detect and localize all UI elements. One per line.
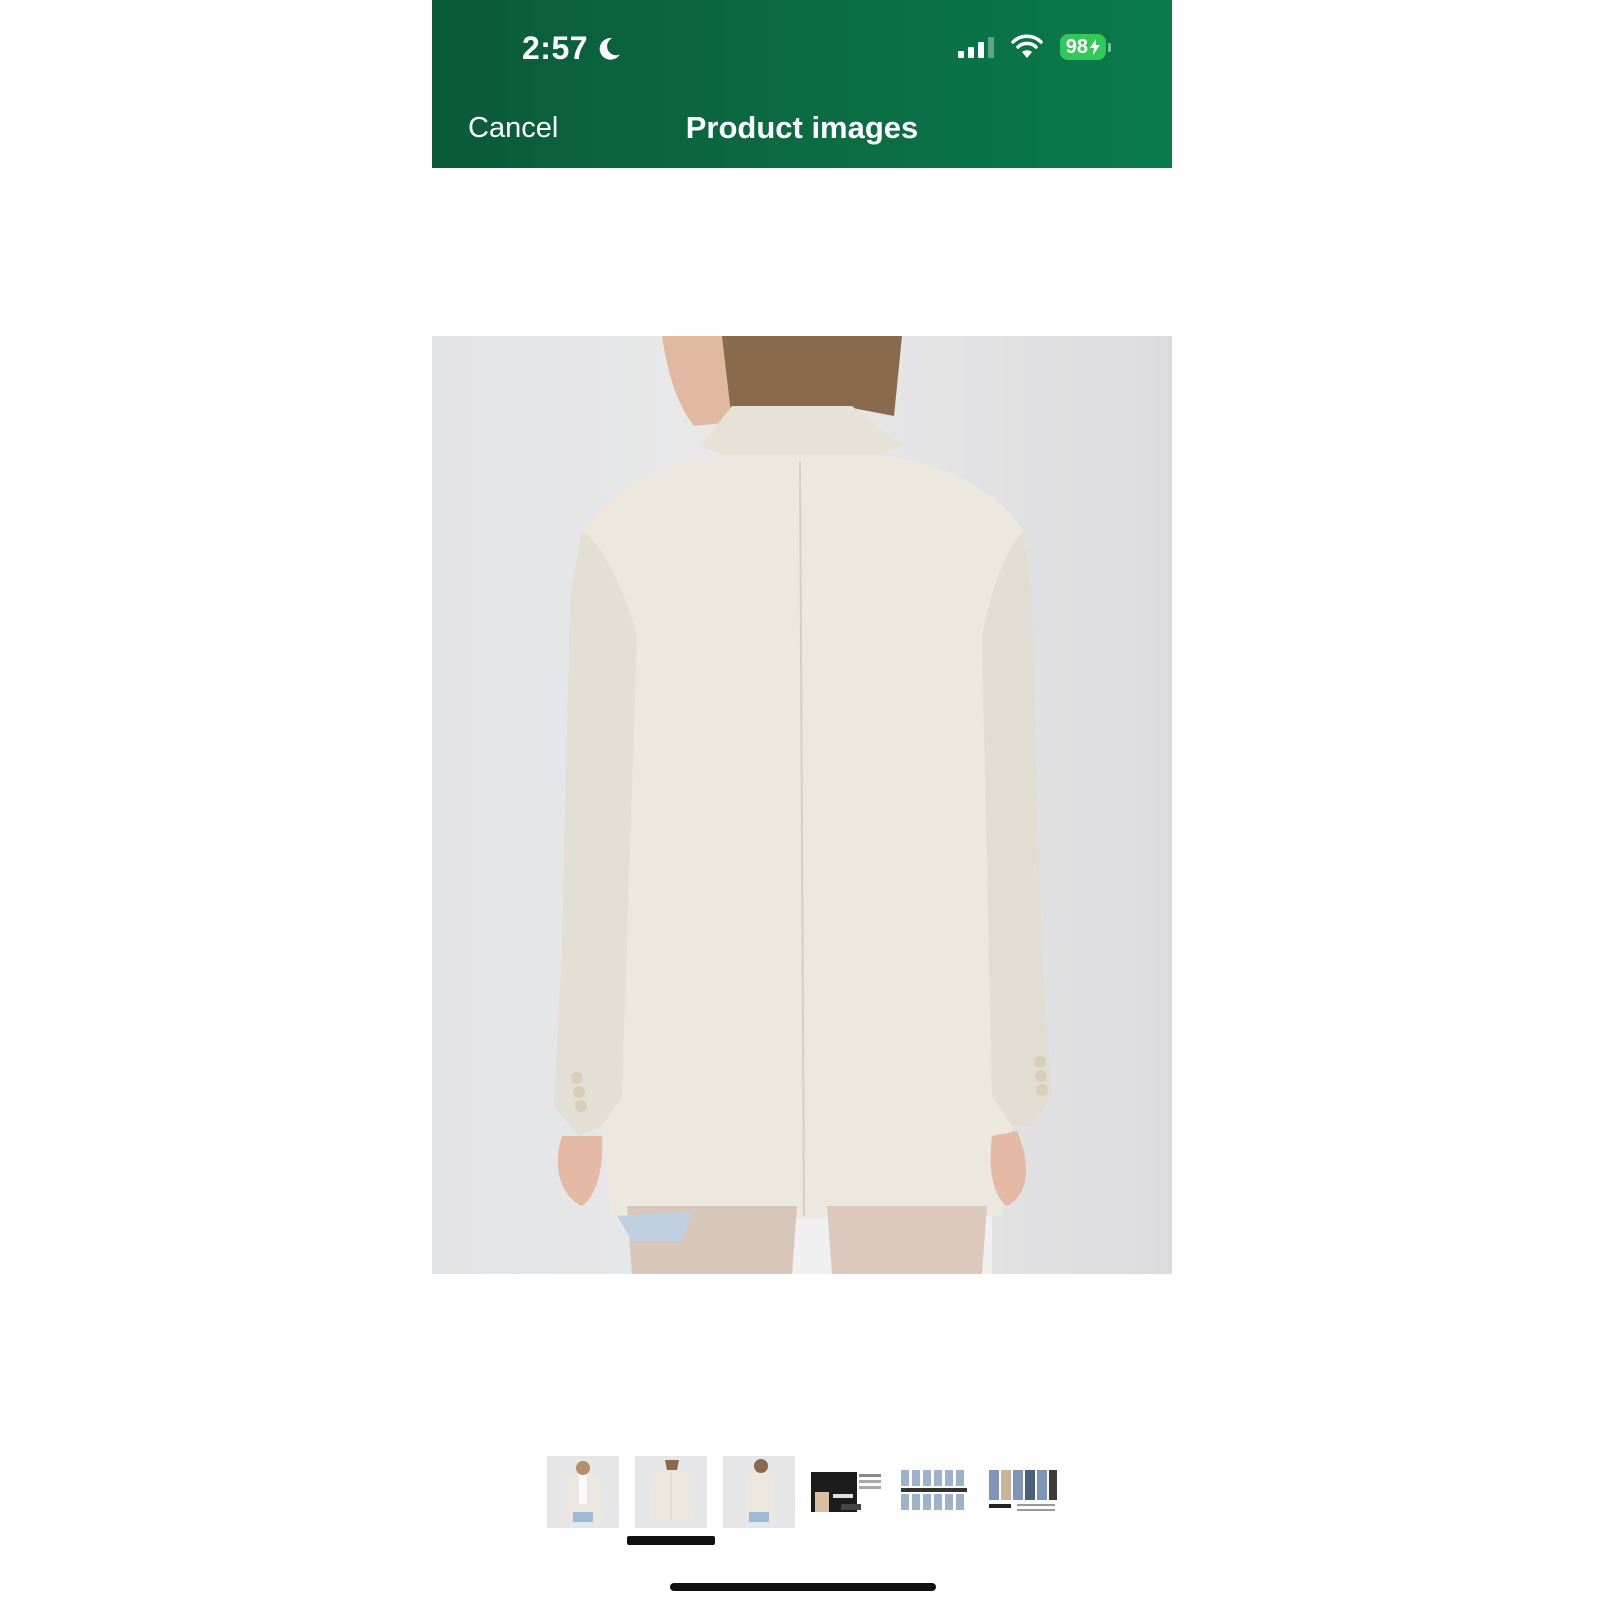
wifi-icon [1011, 34, 1043, 58]
phone-screen: 2:57 98 Cancel Product images [432, 0, 1172, 1600]
thumbnail-model-front-image [547, 1456, 619, 1528]
cellular-signal-icon [957, 36, 994, 58]
battery-level: 98 [1065, 35, 1088, 58]
battery-indicator: 98 [1059, 34, 1112, 60]
thumbnail-6[interactable] [987, 1456, 1059, 1528]
thumbnail-model-side-image [723, 1456, 795, 1528]
charging-bolt-icon [1090, 39, 1100, 55]
thumbnail-3[interactable] [723, 1456, 795, 1528]
header-bar: 2:57 98 Cancel Product images [432, 0, 1172, 168]
blazer-back-illustration [554, 336, 1052, 1274]
home-indicator[interactable] [670, 1583, 936, 1591]
page-title: Product images [685, 110, 919, 145]
selected-thumbnail-indicator [627, 1536, 715, 1545]
thumbnail-1[interactable] [547, 1456, 619, 1528]
thumbnail-strip [547, 1456, 1059, 1528]
thumbnail-model-back-image [635, 1456, 707, 1528]
thumbnail-collage-brand-image [987, 1456, 1059, 1528]
moon-icon [599, 37, 620, 60]
thumbnail-collage-dark-image [811, 1456, 883, 1528]
thumbnail-4[interactable] [811, 1456, 883, 1528]
thumbnail-2[interactable] [635, 1456, 707, 1528]
status-indicators: 98 [957, 34, 1112, 60]
thumbnail-5[interactable] [899, 1456, 971, 1528]
status-time: 2:57 [522, 30, 622, 67]
main-product-image[interactable] [432, 336, 1172, 1274]
thumbnail-collage-grid-image [899, 1456, 971, 1528]
status-time-text: 2:57 [522, 30, 589, 66]
